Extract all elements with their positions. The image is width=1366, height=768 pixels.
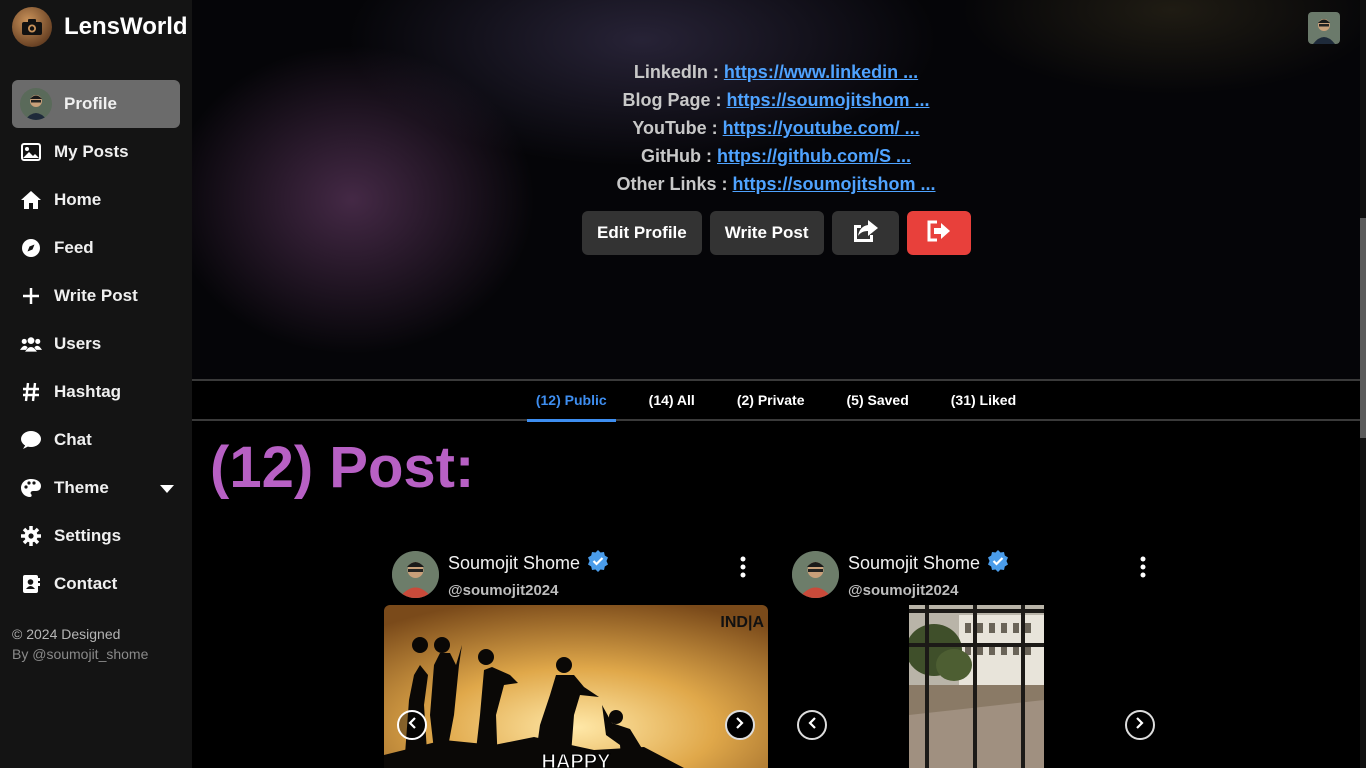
avatar[interactable] — [792, 550, 839, 598]
profile-actions: Edit Profile Write Post — [582, 211, 971, 255]
write-post-button[interactable]: Write Post — [709, 211, 824, 255]
youtube-link[interactable]: https://youtube.com/ ... — [723, 118, 920, 138]
tab-private[interactable]: (2) Private — [728, 380, 814, 420]
verified-badge-icon — [586, 549, 610, 578]
sidebar-item-home[interactable]: Home — [12, 176, 180, 224]
image-icon — [20, 141, 42, 163]
post-header: Soumojit Shome @soumojit2024 — [392, 549, 610, 599]
sidebar-item-label: Home — [54, 190, 102, 209]
chevron-right-icon — [1135, 716, 1145, 734]
avatar — [20, 88, 52, 120]
gear-icon — [20, 525, 42, 547]
post-image-badge: IND|A — [720, 614, 764, 631]
share-button[interactable] — [831, 211, 899, 255]
blog-link[interactable]: https://soumojitshom ... — [727, 90, 930, 110]
sidebar-item-users[interactable]: Users — [12, 320, 180, 368]
app-title: LensWorld — [64, 13, 188, 40]
sidebar-item-hashtag[interactable]: Hashtag — [12, 368, 180, 416]
carousel-prev-button[interactable] — [397, 710, 427, 740]
brand[interactable]: LensWorld — [12, 7, 188, 47]
link-other: Other Links : https://soumojitshom ... — [616, 174, 936, 194]
chevron-right-icon — [735, 716, 745, 734]
verified-badge-icon — [986, 549, 1010, 578]
more-options-icon[interactable] — [1140, 555, 1146, 584]
plus-icon — [20, 285, 42, 307]
logout-icon — [925, 219, 953, 248]
post-card: Soumojit Shome @soumojit2024 — [784, 545, 1168, 768]
other-link[interactable]: https://soumojitshom ... — [733, 174, 936, 194]
chevron-left-icon — [407, 716, 417, 734]
sidebar-item-my-posts[interactable]: My Posts — [12, 128, 180, 176]
posts-heading: (12) Post: — [210, 435, 475, 500]
linkedin-link[interactable]: https://www.linkedin ... — [724, 62, 918, 82]
tab-liked[interactable]: (31) Liked — [942, 380, 1025, 420]
post-tabs: (12) Public (14) All (2) Private (5) Sav… — [192, 379, 1360, 422]
compass-icon — [20, 237, 42, 259]
share-icon — [851, 219, 879, 248]
designer-credit: By @soumojit_shome — [12, 646, 149, 662]
chevron-down-icon[interactable] — [160, 478, 174, 498]
scrollbar-thumb[interactable] — [1360, 218, 1366, 438]
link-github: GitHub : https://github.com/S ... — [641, 146, 911, 166]
palette-icon — [20, 477, 42, 499]
post-image[interactable] — [909, 605, 1044, 768]
logout-button[interactable] — [906, 211, 971, 255]
home-icon — [20, 189, 42, 211]
sidebar-item-label: Users — [54, 334, 102, 353]
scrollbar[interactable] — [1360, 0, 1366, 768]
sidebar-item-label: Settings — [54, 526, 122, 545]
tab-public[interactable]: (12) Public — [526, 380, 616, 422]
avatar[interactable] — [392, 550, 439, 598]
users-icon — [20, 333, 42, 355]
sidebar-item-label: Hashtag — [54, 382, 122, 401]
link-linkedin: LinkedIn : https://www.linkedin ... — [633, 62, 919, 82]
carousel-prev-button[interactable] — [797, 710, 827, 740]
chat-icon — [20, 429, 42, 451]
tab-saved[interactable]: (5) Saved — [838, 380, 918, 420]
sidebar-item-settings[interactable]: Settings — [12, 512, 180, 560]
sidebar-item-label: Profile — [64, 94, 117, 113]
link-blog: Blog Page : https://soumojitshom ... — [622, 90, 930, 110]
profile-links: LinkedIn : https://www.linkedin ... Blog… — [192, 58, 1360, 198]
sidebar-item-write-post[interactable]: Write Post — [12, 272, 180, 320]
author-name[interactable]: Soumojit Shome — [448, 553, 580, 574]
github-link[interactable]: https://github.com/S ... — [717, 146, 911, 166]
sidebar-item-profile[interactable]: Profile — [12, 80, 180, 128]
sidebar-nav: Profile My Posts Home Feed Write Post Us… — [12, 80, 180, 608]
tab-all[interactable]: (14) All — [640, 380, 704, 420]
sidebar-item-label: Contact — [54, 574, 118, 593]
post-image-caption: HAPPY — [542, 751, 612, 768]
carousel-next-button[interactable] — [725, 710, 755, 740]
more-options-icon[interactable] — [740, 555, 746, 584]
hashtag-icon — [20, 381, 42, 403]
camera-icon — [12, 7, 52, 47]
sidebar-item-theme[interactable]: Theme — [12, 464, 180, 512]
sidebar-item-label: Chat — [54, 430, 92, 449]
sidebar-item-chat[interactable]: Chat — [12, 416, 180, 464]
carousel-next-button[interactable] — [1125, 710, 1155, 740]
post-header: Soumojit Shome @soumojit2024 — [792, 549, 1010, 599]
avatar[interactable] — [1308, 12, 1340, 44]
sidebar-item-label: Write Post — [54, 286, 138, 305]
post-card: Soumojit Shome @soumojit2024 HAPPY IND|A — [384, 545, 768, 768]
link-youtube: YouTube : https://youtube.com/ ... — [632, 118, 920, 138]
post-image[interactable]: HAPPY IND|A — [384, 605, 768, 768]
contact-icon — [20, 573, 42, 595]
chevron-left-icon — [807, 716, 817, 734]
sidebar-item-contact[interactable]: Contact — [12, 560, 180, 608]
author-handle[interactable]: @soumojit2024 — [848, 582, 1010, 599]
sidebar-footer: © 2024 Designed By @soumojit_shome — [12, 624, 148, 664]
sidebar: LensWorld Profile My Posts Home Feed Wri… — [0, 0, 192, 768]
sidebar-item-label: My Posts — [54, 142, 129, 161]
edit-profile-button[interactable]: Edit Profile — [582, 211, 702, 255]
copyright-text: © 2024 Designed — [12, 626, 121, 642]
sidebar-item-feed[interactable]: Feed — [12, 224, 180, 272]
sidebar-item-label: Feed — [54, 238, 94, 257]
author-handle[interactable]: @soumojit2024 — [448, 582, 610, 599]
author-name[interactable]: Soumojit Shome — [848, 553, 980, 574]
sidebar-item-label: Theme — [54, 478, 109, 497]
